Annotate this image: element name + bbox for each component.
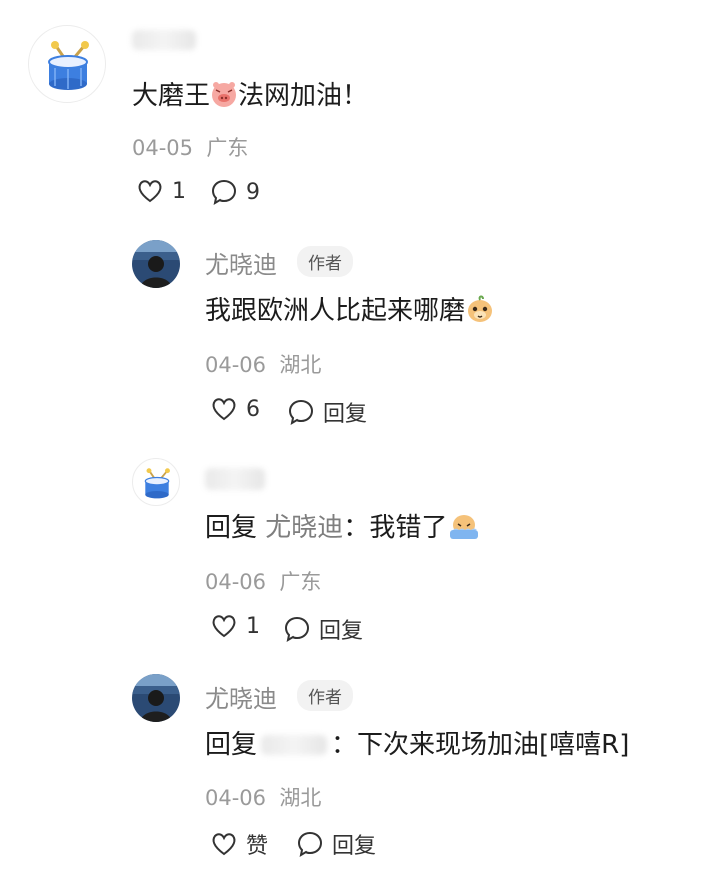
chat-bubble-icon: [297, 831, 323, 858]
reply-meta: 04-06 广东: [205, 570, 322, 594]
reply-text: 我跟欧洲人比起来哪磨: [205, 294, 495, 328]
author-badge: 作者: [297, 246, 353, 277]
comment-meta: 04-05 广东: [132, 132, 248, 162]
pig-face-emoji: [212, 82, 237, 107]
chat-bubble-icon: [284, 616, 310, 643]
commenter-avatar-small[interactable]: [132, 458, 180, 506]
reply-meta: 04-06 湖北: [205, 786, 322, 810]
heart-icon: [212, 398, 236, 421]
commenter-name-blurred[interactable]: [205, 468, 265, 490]
comment-reply-button[interactable]: 9: [210, 178, 260, 206]
reply-author-name[interactable]: 尤晓迪: [205, 679, 277, 714]
commenter-name-blurred[interactable]: [132, 30, 196, 50]
reply-reply-button[interactable]: 回复: [283, 613, 363, 645]
reply-like-button[interactable]: 1: [210, 613, 260, 639]
drum-icon: [144, 468, 170, 499]
author-avatar[interactable]: [132, 240, 180, 288]
reply-reply-button[interactable]: 回复: [287, 396, 367, 428]
author-photo: [132, 240, 180, 288]
drum-icon: [48, 41, 89, 90]
chat-bubble-icon: [288, 399, 314, 426]
comment-location: 广东: [206, 136, 249, 160]
comment-like-button[interactable]: 1: [136, 178, 186, 204]
reply-text: 回复 ：下次来现场加油[嘻嘻R]: [205, 730, 630, 760]
reply-reply-button[interactable]: 回复: [296, 828, 376, 860]
chat-bubble-icon: [211, 179, 237, 206]
author-avatar[interactable]: [132, 674, 180, 722]
reply-meta: 04-06 湖北: [205, 353, 322, 377]
heart-icon: [212, 615, 236, 638]
reply-to-name[interactable]: 尤晓迪: [265, 513, 343, 543]
comment-date: 04-05: [132, 136, 194, 160]
reply-author-name[interactable]: 尤晓迪: [205, 245, 277, 280]
reply-like-button[interactable]: 赞: [210, 828, 268, 860]
heart-icon: [138, 180, 162, 203]
comment-text: 大磨王 法网加油！: [132, 81, 369, 111]
reply-text: 回复 尤晓迪：我错了: [205, 511, 481, 545]
reply-like-button[interactable]: 6: [210, 396, 260, 422]
cute-face-emoji: [468, 295, 493, 322]
reply-to-name-blurred[interactable]: [261, 735, 328, 755]
author-badge: 作者: [297, 680, 353, 711]
commenter-avatar[interactable]: [28, 25, 106, 103]
crying-emoji: [450, 515, 479, 539]
author-photo: [132, 674, 180, 722]
heart-icon: [212, 833, 236, 856]
